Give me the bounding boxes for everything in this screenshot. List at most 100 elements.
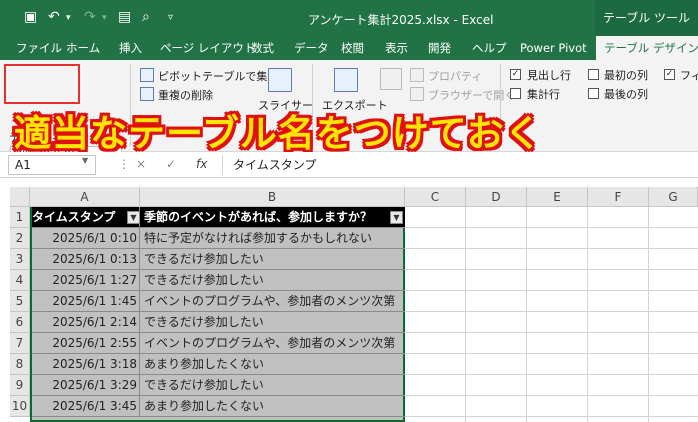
worksheet-grid: A B C D E F G 1 2 3 4 5 6 7 8 9 10 タイムスタ… <box>0 178 698 422</box>
column-header-g[interactable]: G <box>649 187 698 207</box>
answer-cell[interactable]: あまり参加したくない <box>142 354 405 375</box>
refresh-icon <box>380 68 402 90</box>
filter-dropdown-icon[interactable]: ▼ <box>390 211 403 224</box>
open-in-browser-button: ブラウザーで開く <box>428 89 516 102</box>
tab-data[interactable]: データ <box>294 36 329 60</box>
insert-function-icon[interactable]: fx <box>196 157 207 171</box>
annotation-overlay: 適当なテーブル名をつけておく <box>14 112 543 155</box>
tab-home[interactable]: ホーム <box>66 36 100 60</box>
row-header[interactable]: 3 <box>10 249 30 270</box>
row-header[interactable]: 7 <box>10 333 30 354</box>
column-header-c[interactable]: C <box>405 187 466 207</box>
first-column-label: 最初の列 <box>604 69 648 82</box>
tab-view[interactable]: 表示 <box>385 36 408 60</box>
properties-icon <box>410 68 424 82</box>
total-row-label: 集計行 <box>527 88 560 101</box>
table-row: 2025/6/1 1:45 イベントのプログラムや、参加者のメンツ次第 <box>32 291 405 312</box>
table-row: 2025/6/1 0:10 特に予定がなければ参加するかもしれない <box>32 228 405 249</box>
tab-file[interactable]: ファイル <box>16 36 62 60</box>
ribbon-tabs: ファイル ホーム 挿入 ページ レイアウト 数式 データ 校閲 表示 開発 ヘル… <box>0 36 698 60</box>
tab-help[interactable]: ヘルプ <box>472 36 507 60</box>
remove-duplicates-button[interactable]: 重複の削除 <box>158 87 213 103</box>
timestamp-cell[interactable]: 2025/6/1 0:13 <box>32 249 140 270</box>
tab-review[interactable]: 校閲 <box>341 36 364 60</box>
header-timestamp-text: タイムスタンプ <box>32 210 116 224</box>
column-header-b[interactable]: B <box>140 187 405 207</box>
last-column-checkbox[interactable] <box>588 88 599 99</box>
tab-power-pivot[interactable]: Power Pivot <box>520 36 587 60</box>
answer-cell[interactable]: できるだけ参加したい <box>142 270 405 291</box>
tab-developer[interactable]: 開発 <box>428 36 451 60</box>
document-title: アンケート集計2025.xlsx - Excel <box>308 13 494 27</box>
tab-formulas[interactable]: 数式 <box>251 36 274 60</box>
row-header[interactable]: 10 <box>10 396 30 417</box>
filter-dropdown-icon[interactable]: ▼ <box>127 211 140 224</box>
customize-icon[interactable]: ▿ <box>168 12 173 23</box>
row-header[interactable]: 9 <box>10 375 30 396</box>
last-column-label: 最後の列 <box>604 88 648 101</box>
table-row: 2025/6/1 0:13 できるだけ参加したい <box>32 249 405 270</box>
undo-icon[interactable]: ↶ <box>48 9 60 25</box>
total-row-checkbox[interactable] <box>510 88 521 99</box>
filter-button-label: フィ <box>680 69 698 82</box>
table-row: 2025/6/1 2:55 イベントのプログラムや、参加者のメンツ次第 <box>32 333 405 354</box>
table-row: 2025/6/1 3:18 あまり参加したくない <box>32 354 405 375</box>
tab-page-layout[interactable]: ページ レイアウト <box>160 36 255 60</box>
header-row-checkbox[interactable]: ✓ <box>510 69 521 80</box>
undo-dropdown-icon[interactable]: ▾ <box>66 13 71 23</box>
pivot-table-icon <box>140 68 154 82</box>
column-header-d[interactable]: D <box>466 187 527 207</box>
data-table: タイムスタンプ ▼ 季節のイベントがあれば、参加しますか？ ▼ 2025/6/1… <box>30 207 405 422</box>
answer-cell[interactable]: できるだけ参加したい <box>142 375 405 396</box>
formula-input[interactable]: タイムスタンプ <box>222 155 692 175</box>
answer-cell[interactable]: できるだけ参加したい <box>142 312 405 333</box>
answer-cell[interactable]: あまり参加したくない <box>142 396 405 417</box>
select-all-corner[interactable] <box>10 187 30 207</box>
gridline <box>587 207 588 422</box>
enter-icon[interactable]: ✓ <box>166 157 176 171</box>
more-icon: ⋮ <box>118 157 130 171</box>
answer-cell[interactable]: イベントのプログラムや、参加者のメンツ次第 <box>142 333 405 354</box>
answer-cell[interactable]: 特に予定がなければ参加するかもしれない <box>142 228 405 249</box>
column-header-a[interactable]: A <box>30 187 140 207</box>
table-row: 2025/6/1 3:45 あまり参加したくない <box>32 396 405 417</box>
answer-cell[interactable]: イベントのプログラムや、参加者のメンツ次第 <box>142 291 405 312</box>
pivot-summary-button[interactable]: ピボットテーブルで集計 <box>158 68 278 84</box>
timestamp-cell[interactable]: 2025/6/1 2:14 <box>32 312 140 333</box>
row-header[interactable]: 6 <box>10 312 30 333</box>
header-cell-question[interactable]: 季節のイベントがあれば、参加しますか？ <box>142 207 405 228</box>
answer-cell[interactable]: できるだけ参加したい <box>142 249 405 270</box>
column-header-e[interactable]: E <box>527 187 588 207</box>
tab-table-design[interactable]: テーブル デザイン <box>596 36 698 60</box>
header-cell-timestamp[interactable]: タイムスタンプ <box>32 207 140 228</box>
cancel-icon[interactable]: × <box>136 157 146 171</box>
filter-button-checkbox[interactable]: ✓ <box>664 69 675 80</box>
table-tools-context: テーブル ツール <box>595 0 698 36</box>
row-header[interactable]: 1 <box>10 207 30 228</box>
formula-bar: A1 ▼ ⋮ × ✓ fx タイムスタンプ <box>0 152 698 178</box>
remove-duplicates-icon <box>140 87 154 101</box>
timestamp-cell[interactable]: 2025/6/1 2:55 <box>32 333 140 354</box>
column-header-f[interactable]: F <box>588 187 649 207</box>
chevron-down-icon[interactable]: ▼ <box>82 156 88 165</box>
timestamp-cell[interactable]: 2025/6/1 3:29 <box>32 375 140 396</box>
first-column-checkbox[interactable] <box>588 69 599 80</box>
row-header[interactable]: 8 <box>10 354 30 375</box>
table-row: 2025/6/1 1:27 できるだけ参加したい <box>32 270 405 291</box>
redo-dropdown-icon: ▾ <box>102 13 107 23</box>
gridline <box>465 207 466 422</box>
row-header[interactable]: 2 <box>10 228 30 249</box>
print-preview-icon[interactable]: ⌕ <box>142 9 150 25</box>
title-bar: ▣ ↶ ▾ ↷ ▾ ▤ ⌕ ▿ アンケート集計2025.xlsx - Excel… <box>0 0 698 36</box>
timestamp-cell[interactable]: 2025/6/1 0:10 <box>32 228 140 249</box>
timestamp-cell[interactable]: 2025/6/1 1:45 <box>32 291 140 312</box>
row-header[interactable]: 4 <box>10 270 30 291</box>
timestamp-cell[interactable]: 2025/6/1 3:18 <box>32 354 140 375</box>
tab-insert[interactable]: 挿入 <box>119 36 142 60</box>
timestamp-cell[interactable]: 2025/6/1 3:45 <box>32 396 140 417</box>
gridline <box>648 207 649 422</box>
save-icon[interactable]: ▣ <box>24 9 37 25</box>
timestamp-cell[interactable]: 2025/6/1 1:27 <box>32 270 140 291</box>
row-header[interactable]: 5 <box>10 291 30 312</box>
form-icon[interactable]: ▤ <box>118 9 131 25</box>
